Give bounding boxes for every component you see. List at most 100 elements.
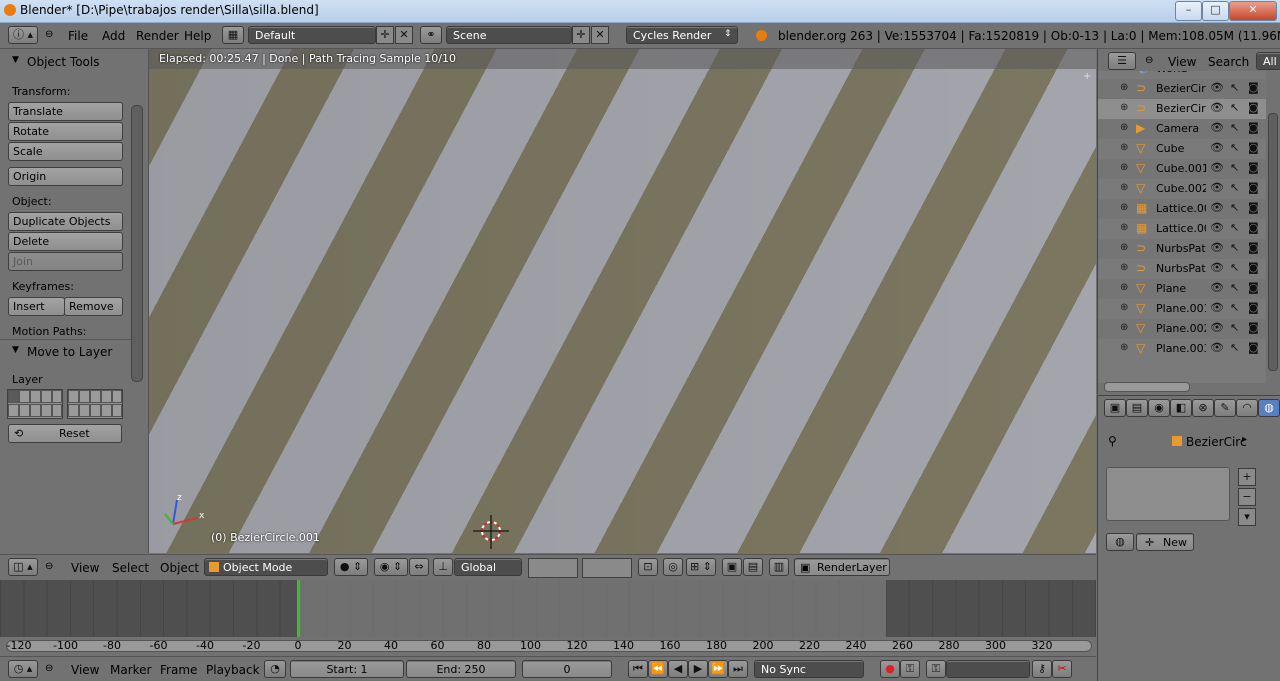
layer-grid-right[interactable] [67,389,123,419]
menu-playback[interactable]: Playback [206,663,260,677]
render-layer-field[interactable]: ▣ RenderLayer [794,558,890,576]
delete-button[interactable]: Delete [8,232,123,251]
renderable-camera-icon[interactable]: ◙ [1248,301,1259,314]
current-frame-marker[interactable] [297,580,300,637]
visibility-eye-icon[interactable]: 👁 [1210,221,1224,234]
proportional-edit-icon[interactable]: ◎ [663,558,683,576]
outliner-item[interactable]: ⊕ ⊃ BezierCirc 👁 ↖ ◙ [1098,99,1266,119]
sync-mode-dropdown[interactable]: No Sync [754,660,864,678]
scene-layers-left[interactable] [528,558,578,578]
layer-grid-left[interactable] [7,389,63,419]
menu-select[interactable]: Select [112,561,149,575]
collapse-menu-icon[interactable]: ⊖ [45,663,53,674]
selectable-arrow-icon[interactable]: ↖ [1230,101,1239,114]
lock-layers-icon[interactable]: ⊡ [638,558,658,576]
add-screen-icon[interactable]: ✛ [376,26,394,44]
visibility-eye-icon[interactable]: 👁 [1210,141,1224,154]
expand-icon[interactable]: ⊕ [1120,122,1128,133]
delete-keyframe-icon[interactable]: ✂ [1052,660,1072,678]
expand-icon[interactable]: ⊕ [1120,242,1128,253]
active-keying-set-icon[interactable]: ⚿ [926,660,946,678]
selectable-arrow-icon[interactable]: ↖ [1230,201,1239,214]
visibility-eye-icon[interactable]: 👁 [1210,121,1224,134]
scene-icon[interactable]: ⚭ [420,26,442,44]
jump-start-icon[interactable]: ⏮ [628,660,648,678]
jump-end-icon[interactable]: ⏭ [728,660,748,678]
renderable-camera-icon[interactable]: ◙ [1248,201,1259,214]
editor-type-info-icon[interactable]: ⓘ ▴ [8,26,38,44]
outliner-item[interactable]: ⊕ ▶ Camera 👁 ↖ ◙ [1098,119,1266,139]
region-add-icon[interactable]: + [1083,71,1091,82]
menu-add[interactable]: Add [102,29,125,43]
visibility-eye-icon[interactable]: 👁 [1210,301,1224,314]
play-icon[interactable]: ▶ [688,660,708,678]
rotate-button[interactable]: Rotate [8,122,123,141]
outliner-item[interactable]: ⊕ ▽ Plane.003 👁 ↖ ◙ [1098,339,1266,359]
visibility-eye-icon[interactable]: 👁 [1210,341,1224,354]
expand-icon[interactable]: ⊕ [1120,142,1128,153]
translate-button[interactable]: Translate [8,102,123,121]
expand-icon[interactable]: ⊕ [1120,342,1128,353]
menu-marker[interactable]: Marker [110,663,151,677]
outliner-item[interactable]: ⊕ ▽ Plane.002 👁 ↖ ◙ [1098,319,1266,339]
transform-axis-icon[interactable]: ⊥ [433,558,453,576]
outliner-item[interactable]: ⊕ ▦ Lattice.00 👁 ↖ ◙ [1098,199,1266,219]
outliner-item[interactable]: ⊕ ⊃ NurbsPath 👁 ↖ ◙ [1098,259,1266,279]
join-button[interactable]: Join [8,252,123,271]
menu-render[interactable]: Render [136,29,179,43]
selectable-arrow-icon[interactable]: ↖ [1230,341,1239,354]
prev-keyframe-icon[interactable]: ⏪ [648,660,668,678]
screen-layout-icon[interactable]: ▦ [222,26,244,44]
visibility-eye-icon[interactable]: 👁 [1210,281,1224,294]
selectable-arrow-icon[interactable]: ↖ [1230,221,1239,234]
visibility-eye-icon[interactable]: 👁 [1210,81,1224,94]
selectable-arrow-icon[interactable]: ↖ [1230,181,1239,194]
collapse-menu-icon[interactable]: ⊖ [45,561,53,572]
visibility-eye-icon[interactable]: 👁 [1210,101,1224,114]
menu-view[interactable]: View [71,561,99,575]
manipulator-icon[interactable]: ⇔ [409,558,429,576]
renderable-camera-icon[interactable]: ◙ [1248,141,1259,154]
expand-icon[interactable]: ⊕ [1120,302,1128,313]
editor-type-3d-icon[interactable]: ◫ ▴ [8,558,38,576]
insert-keyframe-icon[interactable]: ⚷ [1032,660,1052,678]
reset-button[interactable]: ⟲ Reset [8,424,122,443]
outliner-display-filter[interactable]: All S [1256,52,1280,70]
data-tab-icon[interactable]: ◠ [1236,399,1258,417]
outliner-item[interactable]: ⊕ ▽ Plane 👁 ↖ ◙ [1098,279,1266,299]
constraints-tab-icon[interactable]: ⊗ [1192,399,1214,417]
origin-button[interactable]: Origin [8,167,123,186]
new-material-button[interactable]: ✛ New [1136,533,1194,551]
renderable-camera-icon[interactable]: ◙ [1248,341,1259,354]
render-tab-icon[interactable]: ▣ [1104,399,1126,417]
expand-icon[interactable]: ⊕ [1120,162,1128,173]
move-to-layer-panel-header[interactable]: ▼ Move to Layer [2,341,132,363]
render-layer-toggle-icon[interactable]: ▥ [769,558,789,576]
scale-button[interactable]: Scale [8,142,123,161]
outliner-menu-view[interactable]: View [1168,55,1196,69]
menu-help[interactable]: Help [184,29,211,43]
object-tab-icon[interactable]: ◧ [1170,399,1192,417]
renderable-camera-icon[interactable]: ◙ [1248,121,1259,134]
renderable-camera-icon[interactable]: ◙ [1248,221,1259,234]
mode-dropdown[interactable]: Object Mode [204,558,328,576]
outliner-item[interactable]: ⊕ ▦ Lattice.00 👁 ↖ ◙ [1098,219,1266,239]
add-material-slot-icon[interactable]: + [1238,468,1256,486]
visibility-eye-icon[interactable]: 👁 [1210,241,1224,254]
menu-file[interactable]: File [68,29,88,43]
render-engine-dropdown[interactable]: Cycles Render [626,26,738,44]
scene-layers-right[interactable] [582,558,632,578]
add-scene-icon[interactable]: ✛ [572,26,590,44]
outliner-item[interactable]: ⊕ ▽ Cube.001 👁 ↖ ◙ [1098,159,1266,179]
material-tab-icon[interactable]: ◍ [1258,399,1280,417]
menu-object[interactable]: Object [160,561,199,575]
3d-viewport[interactable]: Elapsed: 00:25.47 | Done | Path Tracing … [149,49,1096,553]
renderable-camera-icon[interactable]: ◙ [1248,261,1259,274]
timeline-editor[interactable]: -120 -100 -80 -60 -40 -20 0 20 40 60 80 100 120 140 16… [0,580,1096,655]
selectable-arrow-icon[interactable]: ↖ [1230,141,1239,154]
maximize-button[interactable]: □ [1202,1,1229,21]
outliner-item[interactable]: ⊕ ▽ Cube.002 👁 ↖ ◙ [1098,179,1266,199]
editor-type-outliner-icon[interactable]: ☰ [1108,52,1136,70]
remove-material-slot-icon[interactable]: − [1238,488,1256,506]
material-slot-list[interactable] [1106,467,1230,521]
